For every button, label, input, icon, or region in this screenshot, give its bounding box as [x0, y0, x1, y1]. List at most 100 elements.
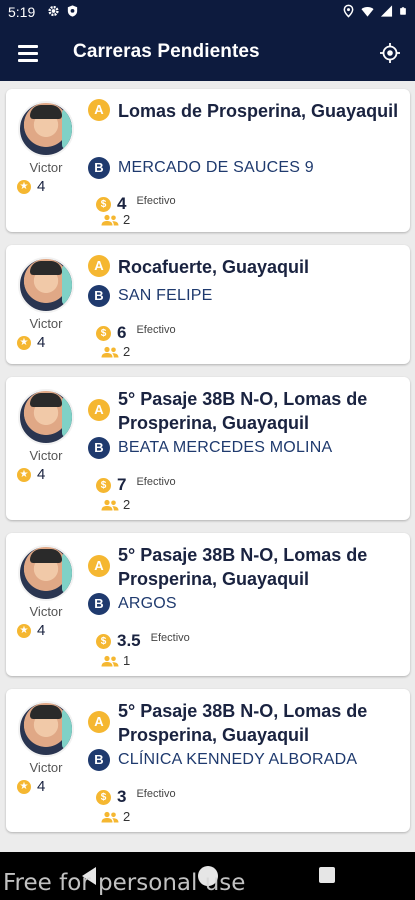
origin-row: A Rocafuerte, Guayaquil	[88, 255, 408, 279]
origin-marker-icon: A	[88, 711, 110, 733]
destination-row: B ARGOS	[88, 593, 408, 615]
destination-row: B MERCADO DE SAUCES 9	[88, 157, 408, 179]
destination-address: MERCADO DE SAUCES 9	[118, 159, 314, 176]
destination-address: BEATA MERCEDES MOLINA	[118, 439, 333, 456]
driver-avatar	[18, 389, 74, 445]
fare-row: $ 7 Efectivo	[96, 475, 176, 495]
dollar-coin-icon: $	[96, 633, 111, 649]
star-icon: ★	[17, 623, 31, 638]
ride-card[interactable]: Victor ★ 4 A 5° Pasaje 38B N-O, Lomas de…	[6, 533, 410, 676]
origin-marker-icon: A	[88, 555, 110, 577]
menu-button[interactable]	[12, 39, 44, 67]
ride-card[interactable]: Victor ★ 4 A Rocafuerte, Guayaquil B SAN…	[6, 245, 410, 364]
driver-avatar	[18, 257, 74, 313]
ride-card[interactable]: Victor ★ 4 A 5° Pasaje 38B N-O, Lomas de…	[6, 689, 410, 832]
fare-amount: 3.5	[117, 631, 141, 650]
origin-address: Lomas de Prosperina, Guayaquil	[118, 101, 399, 121]
driver-info: Victor ★ 4	[15, 257, 77, 351]
status-bar: 5:19	[0, 0, 415, 25]
driver-avatar	[18, 101, 74, 157]
driver-info: Victor ★ 4	[15, 101, 77, 195]
signal-icon	[380, 5, 393, 17]
passengers-row: 2	[101, 344, 130, 359]
origin-row: A 5° Pasaje 38B N-O, Lomas de Prosperina…	[88, 387, 408, 435]
driver-avatar	[18, 701, 74, 757]
fare-row: $ 6 Efectivo	[96, 323, 176, 343]
fare-row: $ 4 Efectivo	[96, 194, 176, 214]
recents-icon[interactable]	[319, 867, 335, 883]
rating-value: 4	[37, 334, 46, 351]
origin-marker-icon: A	[88, 99, 110, 121]
driver-name: Victor	[29, 760, 63, 775]
driver-rating: ★ 4	[15, 778, 77, 795]
settings-gear-icon	[48, 5, 59, 17]
rating-value: 4	[37, 778, 46, 795]
driver-info: Victor ★ 4	[15, 701, 77, 795]
ride-card[interactable]: Victor ★ 4 A 5° Pasaje 38B N-O, Lomas de…	[6, 377, 410, 520]
star-icon: ★	[17, 335, 31, 350]
wifi-icon	[361, 7, 374, 17]
destination-marker-icon: B	[88, 593, 110, 615]
passengers-row: 2	[101, 212, 130, 227]
location-pin-icon	[343, 4, 354, 18]
payment-method: Efectivo	[136, 788, 176, 800]
destination-marker-icon: B	[88, 157, 110, 179]
fare-row: $ 3 Efectivo	[96, 787, 176, 807]
passengers-row: 2	[101, 809, 130, 824]
driver-rating: ★ 4	[15, 178, 77, 195]
passenger-count: 1	[123, 653, 131, 668]
watermark: Free for personal use	[3, 870, 246, 896]
origin-address: Rocafuerte, Guayaquil	[118, 257, 310, 277]
origin-address: 5° Pasaje 38B N-O, Lomas de Prosperina, …	[118, 701, 368, 745]
driver-avatar	[18, 545, 74, 601]
status-time: 5:19	[8, 4, 36, 20]
fare-amount: 7	[117, 475, 127, 494]
star-icon: ★	[17, 779, 31, 794]
fare-row: $ 3.5 Efectivo	[96, 631, 190, 651]
driver-name: Victor	[29, 604, 63, 619]
people-icon	[101, 346, 119, 357]
dollar-coin-icon: $	[96, 196, 111, 212]
app-bar: Carreras Pendientes	[0, 25, 415, 81]
driver-rating: ★ 4	[15, 334, 77, 351]
payment-method: Efectivo	[136, 476, 176, 488]
origin-row: A Lomas de Prosperina, Guayaquil	[88, 99, 408, 123]
payment-method: Efectivo	[136, 195, 176, 207]
origin-row: A 5° Pasaje 38B N-O, Lomas de Prosperina…	[88, 699, 408, 747]
my-location-icon[interactable]	[377, 40, 403, 66]
status-system-icons	[342, 4, 407, 18]
rating-value: 4	[37, 178, 46, 195]
fare-amount: 3	[117, 787, 127, 806]
star-icon: ★	[17, 179, 31, 194]
origin-row: A 5° Pasaje 38B N-O, Lomas de Prosperina…	[88, 543, 408, 591]
dollar-coin-icon: $	[96, 789, 111, 805]
fare-amount: 6	[117, 323, 127, 342]
payment-method: Efectivo	[150, 632, 190, 644]
ride-card[interactable]: Victor ★ 4 A Lomas de Prosperina, Guayaq…	[6, 89, 410, 232]
passenger-count: 2	[123, 344, 131, 359]
destination-row: B SAN FELIPE	[88, 285, 408, 307]
people-icon	[101, 655, 119, 666]
destination-marker-icon: B	[88, 437, 110, 459]
destination-row: B CLÍNICA KENNEDY ALBORADA	[88, 749, 408, 771]
fare-amount: 4	[117, 194, 127, 213]
destination-address: CLÍNICA KENNEDY ALBORADA	[118, 751, 358, 768]
destination-row: B BEATA MERCEDES MOLINA	[88, 437, 408, 459]
origin-marker-icon: A	[88, 399, 110, 421]
passenger-count: 2	[123, 212, 131, 227]
driver-name: Victor	[29, 448, 63, 463]
passenger-count: 2	[123, 809, 131, 824]
driver-info: Victor ★ 4	[15, 389, 77, 483]
payment-method: Efectivo	[136, 324, 176, 336]
driver-rating: ★ 4	[15, 622, 77, 639]
passenger-count: 2	[123, 497, 131, 512]
dollar-coin-icon: $	[96, 477, 111, 493]
people-icon	[101, 214, 119, 225]
passengers-row: 2	[101, 497, 130, 512]
dollar-coin-icon: $	[96, 325, 111, 341]
rating-value: 4	[37, 466, 46, 483]
destination-address: ARGOS	[118, 595, 177, 612]
driver-name: Victor	[29, 160, 63, 175]
battery-icon	[400, 7, 406, 15]
people-icon	[101, 811, 119, 822]
